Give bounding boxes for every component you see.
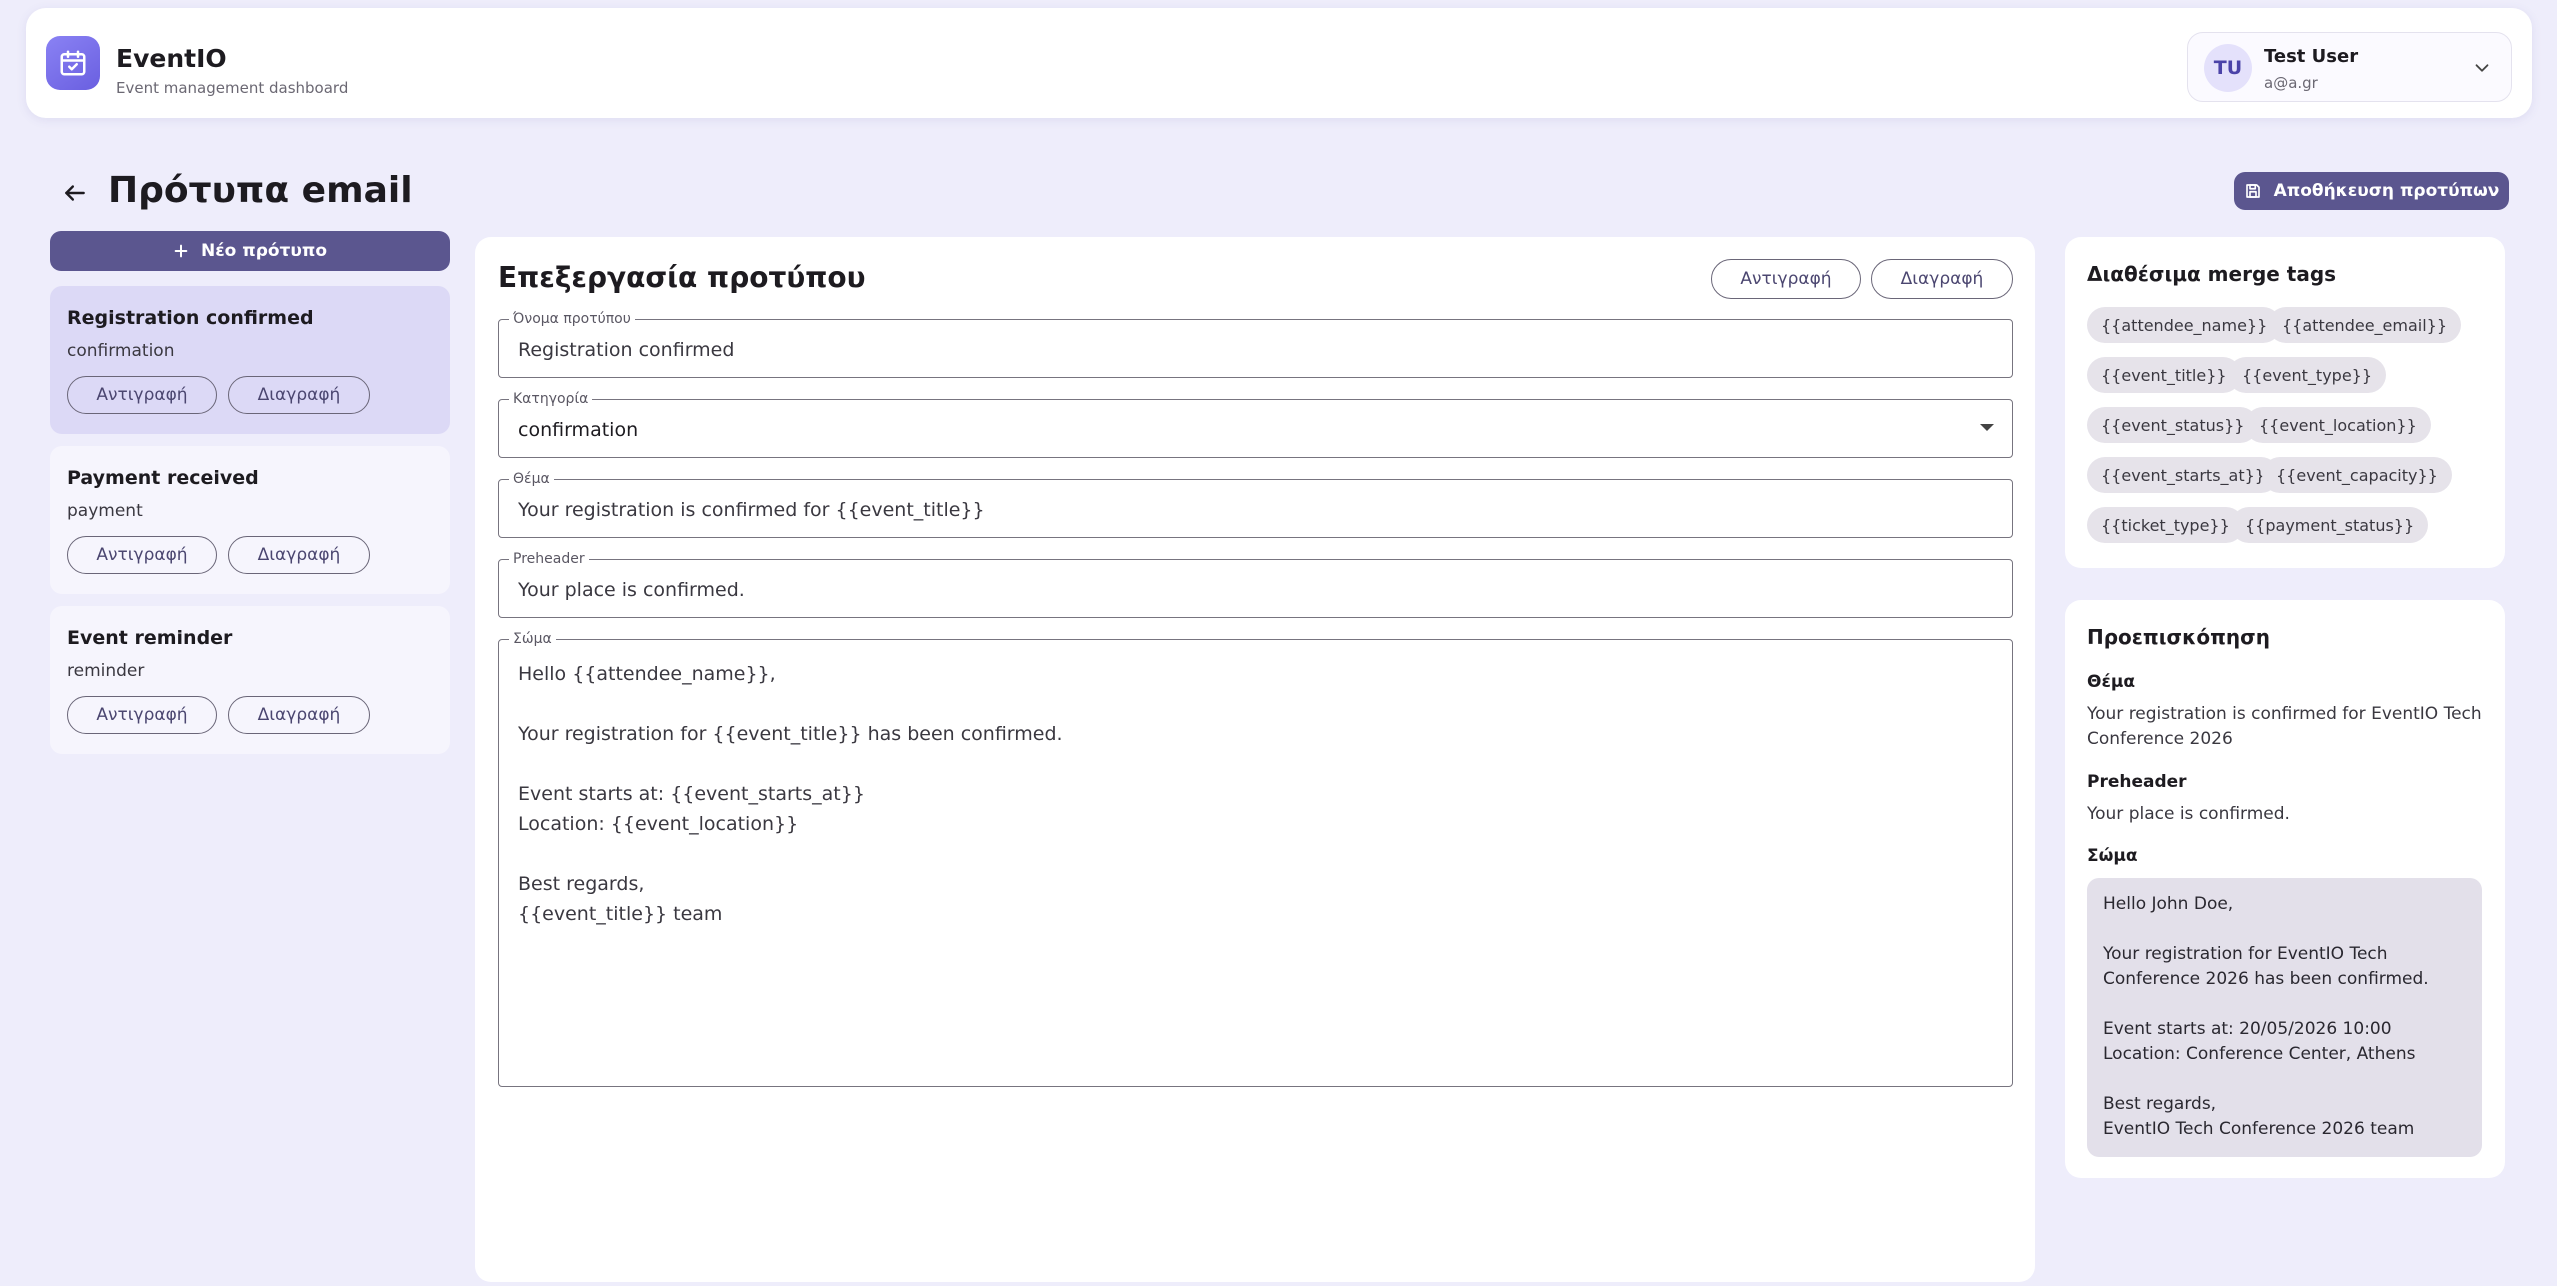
- merge-tag-chip[interactable]: {{attendee_name}}: [2087, 307, 2282, 343]
- subject-value: Your registration is confirmed for {{eve…: [518, 499, 985, 521]
- template-name: Event reminder: [67, 627, 233, 649]
- body-line: Hello {{attendee_name}},: [518, 663, 776, 685]
- merge-tag-chip[interactable]: {{event_status}}: [2087, 407, 2259, 443]
- copy-template-button[interactable]: Αντιγραφή: [67, 376, 217, 414]
- preview-body-label: Σώμα: [2087, 846, 2138, 866]
- preview-body-line: [2103, 917, 2466, 942]
- subject-field[interactable]: Θέμα Your registration is confirmed for …: [498, 471, 2013, 538]
- body-line: [518, 749, 1063, 779]
- user-email: a@a.gr: [2264, 74, 2318, 92]
- category-value: confirmation: [518, 419, 639, 441]
- body-line: Your registration for {{event_title}} ha…: [518, 723, 1063, 745]
- save-icon: [2245, 184, 2260, 198]
- copy-template-button[interactable]: Αντιγραφή: [67, 696, 217, 734]
- body-line: Event starts at: {{event_starts_at}}: [518, 783, 865, 805]
- delete-template-button[interactable]: Διαγραφή: [228, 376, 370, 414]
- app-name: EventIO: [116, 44, 227, 73]
- preview-body-line: Best regards,: [2103, 1094, 2217, 1114]
- app-subtitle: Event management dashboard: [116, 79, 349, 97]
- template-name-label: Όνομα προτύπου: [509, 311, 635, 327]
- preview-subject-label: Θέμα: [2087, 672, 2136, 692]
- preview-subject: Your registration is confirmed for Event…: [2087, 702, 2487, 752]
- preview-preheader-label: Preheader: [2087, 772, 2187, 792]
- back-arrow-icon[interactable]: [58, 176, 92, 210]
- body-line: Location: {{event_location}}: [518, 813, 799, 835]
- template-name: Registration confirmed: [67, 307, 314, 329]
- merge-tag-chip[interactable]: {{payment_status}}: [2231, 507, 2429, 543]
- template-name-value: Registration confirmed: [518, 339, 735, 361]
- merge-tag-chip[interactable]: {{ticket_type}}: [2087, 507, 2244, 543]
- merge-tag-chip[interactable]: {{event_starts_at}}: [2087, 457, 2279, 493]
- preview-body-line: Conference 2026 has been confirmed.: [2103, 969, 2429, 989]
- template-card[interactable]: Registration confirmed confirmation Αντι…: [50, 286, 450, 434]
- plus-icon: [174, 244, 188, 258]
- preheader-value: Your place is confirmed.: [518, 579, 745, 601]
- preview-body-line: Event starts at: 20/05/2026 10:00: [2103, 1019, 2392, 1039]
- delete-template-button[interactable]: Διαγραφή: [228, 536, 370, 574]
- preheader-label: Preheader: [509, 551, 589, 567]
- app-header: EventIO Event management dashboard TU Te…: [26, 8, 2532, 118]
- template-category: confirmation: [67, 341, 175, 361]
- body-textarea[interactable]: Σώμα Hello {{attendee_name}}, Your regis…: [498, 631, 2013, 1087]
- template-card[interactable]: Event reminder reminder Αντιγραφή Διαγρα…: [50, 606, 450, 754]
- merge-tag-chip[interactable]: {{event_capacity}}: [2262, 457, 2452, 493]
- preview-title: Προεπισκόπηση: [2087, 625, 2270, 649]
- preheader-field[interactable]: Preheader Your place is confirmed.: [498, 551, 2013, 618]
- delete-template-button[interactable]: Διαγραφή: [228, 696, 370, 734]
- category-select[interactable]: Κατηγορία confirmation: [498, 391, 2013, 458]
- template-card[interactable]: Payment received payment Αντιγραφή Διαγρ…: [50, 446, 450, 594]
- new-template-label: Νέο πρότυπο: [200, 241, 328, 261]
- body-label: Σώμα: [509, 631, 556, 647]
- merge-tag-chip[interactable]: {{event_type}}: [2228, 357, 2387, 393]
- merge-tags-title: Διαθέσιμα merge tags: [2087, 262, 2337, 286]
- body-line: {{event_title}} team: [518, 903, 723, 925]
- preview-subject-line: Your registration is confirmed for Event…: [2087, 704, 2482, 724]
- subject-label: Θέμα: [509, 471, 554, 487]
- merge-tags-panel: Διαθέσιμα merge tags {{attendee_name}} {…: [2065, 237, 2505, 568]
- body-line: [518, 689, 1063, 719]
- avatar: TU: [2204, 44, 2252, 92]
- preview-body-line: [2103, 992, 2466, 1017]
- dropdown-arrow-icon[interactable]: [1980, 424, 1994, 431]
- chevron-down-icon[interactable]: [2471, 57, 2493, 83]
- merge-tag-chip[interactable]: {{event_location}}: [2245, 407, 2431, 443]
- copy-button[interactable]: Αντιγραφή: [1711, 259, 1861, 299]
- template-category: reminder: [67, 661, 145, 681]
- preview-body-line: Hello John Doe,: [2103, 894, 2234, 914]
- new-template-button[interactable]: Νέο πρότυπο: [50, 231, 450, 271]
- user-menu[interactable]: TU Test User a@a.gr: [2187, 32, 2512, 102]
- merge-tag-chip[interactable]: {{attendee_email}}: [2268, 307, 2462, 343]
- preview-body: Hello John Doe, Your registration for Ev…: [2087, 878, 2482, 1157]
- copy-template-button[interactable]: Αντιγραφή: [67, 536, 217, 574]
- editor-title: Επεξεργασία προτύπου: [498, 261, 866, 294]
- body-text: Hello {{attendee_name}}, Your registrati…: [518, 659, 1063, 929]
- template-editor: Επεξεργασία προτύπου Αντιγραφή Διαγραφή …: [475, 237, 2035, 1282]
- save-templates-button[interactable]: Αποθήκευση προτύπων: [2234, 172, 2509, 210]
- user-name: Test User: [2264, 46, 2359, 67]
- preview-body-line: Your registration for EventIO Tech: [2103, 944, 2388, 964]
- category-label: Κατηγορία: [509, 391, 593, 407]
- page-title: Πρότυπα email: [108, 170, 413, 211]
- body-line: [518, 839, 1063, 869]
- save-templates-label: Αποθήκευση προτύπων: [2273, 181, 2500, 201]
- preview-subject-line: Conference 2026: [2087, 729, 2233, 749]
- preview-panel: Προεπισκόπηση Θέμα Your registration is …: [2065, 600, 2505, 1178]
- template-name-field[interactable]: Όνομα προτύπου Registration confirmed: [498, 311, 2013, 378]
- delete-button[interactable]: Διαγραφή: [1871, 259, 2013, 299]
- preview-body-line: [2103, 1067, 2466, 1092]
- merge-tag-chip[interactable]: {{event_title}}: [2087, 357, 2241, 393]
- preview-body-line: Location: Conference Center, Athens: [2103, 1044, 2416, 1064]
- calendar-check-icon: [46, 36, 100, 90]
- template-name: Payment received: [67, 467, 259, 489]
- preview-body-line: EventIO Tech Conference 2026 team: [2103, 1119, 2415, 1139]
- body-line: Best regards,: [518, 873, 645, 895]
- template-category: payment: [67, 501, 143, 521]
- preview-preheader: Your place is confirmed.: [2087, 804, 2290, 824]
